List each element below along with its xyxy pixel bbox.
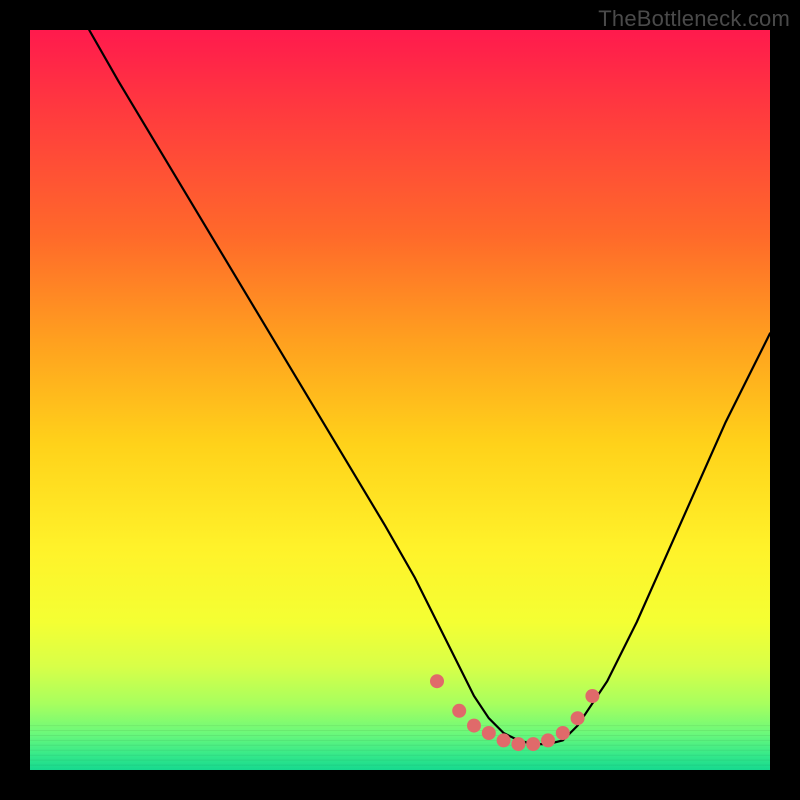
highlight-dot [482,726,496,740]
curve-line [89,30,770,744]
watermark-text: TheBottleneck.com [598,6,790,32]
plot-area [30,30,770,770]
highlight-dot [430,674,444,688]
bottom-bands [30,726,770,766]
highlight-dot [585,689,599,703]
chart-frame: TheBottleneck.com [0,0,800,800]
highlight-dot [452,704,466,718]
highlight-dot [497,733,511,747]
highlight-dot [467,719,481,733]
highlight-dot [541,733,555,747]
highlight-dot [556,726,570,740]
chart-overlay [30,30,770,770]
highlight-dot [571,711,585,725]
highlight-dots [430,674,599,751]
highlight-dot [526,737,540,751]
highlight-dot [511,737,525,751]
